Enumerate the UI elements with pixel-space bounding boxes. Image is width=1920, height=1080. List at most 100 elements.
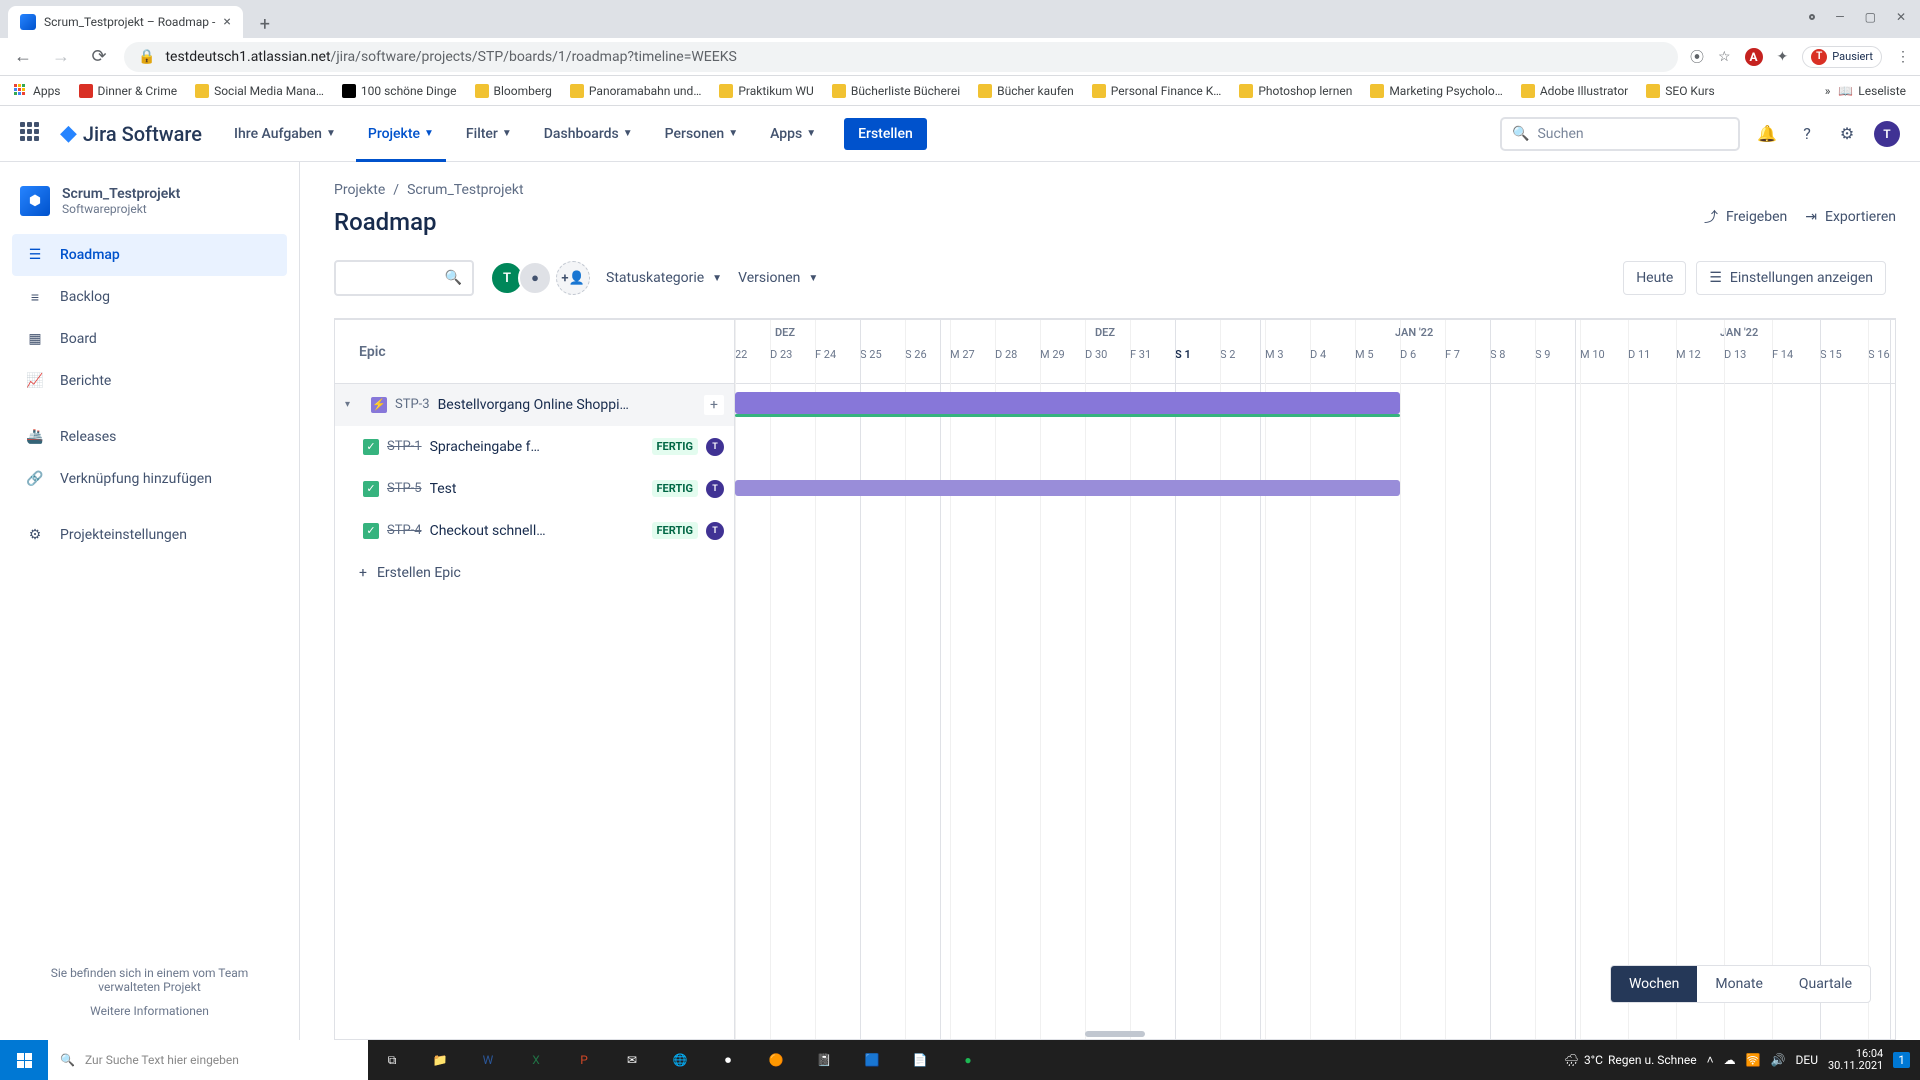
add-people-button[interactable]: +👤 [556, 261, 590, 295]
excel-icon[interactable]: X [512, 1040, 560, 1080]
volume-icon[interactable]: 🔊 [1771, 1053, 1786, 1067]
onedrive-icon[interactable]: ☁ [1724, 1053, 1736, 1067]
translate-icon[interactable]: ⦿ [1690, 47, 1704, 67]
nav-your-work[interactable]: Ihre Aufgaben▼ [222, 106, 348, 162]
explorer-icon[interactable]: 📁 [416, 1040, 464, 1080]
word-icon[interactable]: W [464, 1040, 512, 1080]
bookmark-item[interactable]: Personal Finance K… [1092, 84, 1222, 98]
create-button[interactable]: Erstellen [844, 118, 927, 150]
reload-button[interactable]: ⟳ [86, 46, 112, 67]
language-indicator[interactable]: DEU [1796, 1053, 1818, 1067]
expand-toggle-icon[interactable]: ▾ [345, 399, 363, 410]
start-button[interactable] [0, 1040, 48, 1080]
url-bar[interactable]: 🔒 testdeutsch1.atlassian.net/jira/softwa… [124, 42, 1678, 72]
settings-icon[interactable]: ⚙ [1834, 121, 1860, 147]
weather-widget[interactable]: 🌧 3°C Regen u. Schnee [1564, 1053, 1697, 1067]
sidebar-item-board[interactable]: ▦Board [12, 318, 287, 360]
account-indicator-icon[interactable] [1809, 14, 1815, 20]
view-settings-button[interactable]: ☰Einstellungen anzeigen [1696, 261, 1886, 295]
zoom-weeks[interactable]: Wochen [1611, 966, 1697, 1002]
help-icon[interactable]: ? [1794, 121, 1820, 147]
bookmark-item[interactable]: Marketing Psycholo… [1370, 84, 1502, 98]
resize-handle[interactable] [1085, 1031, 1145, 1037]
zoom-months[interactable]: Monate [1697, 966, 1781, 1002]
global-search-input[interactable]: 🔍 Suchen [1500, 117, 1740, 151]
menu-icon[interactable]: ⋮ [1896, 49, 1910, 65]
nav-people[interactable]: Personen▼ [653, 106, 750, 162]
epic-bar[interactable] [735, 392, 1400, 414]
epic-row[interactable]: ▾ ⚡ STP-3 Bestellvorgang Online Shoppi… … [335, 384, 734, 426]
sidebar-more-info-link[interactable]: Weitere Informationen [32, 1004, 267, 1018]
breadcrumb-projects[interactable]: Projekte [334, 182, 385, 198]
breadcrumb-project[interactable]: Scrum_Testprojekt [407, 182, 524, 198]
edge-icon[interactable]: 🟦 [848, 1040, 896, 1080]
obs-icon[interactable]: ⏺ [704, 1040, 752, 1080]
avatar-unassigned[interactable]: ● [518, 261, 552, 295]
bookmark-item[interactable]: Dinner & Crime [79, 84, 178, 98]
powerpoint-icon[interactable]: P [560, 1040, 608, 1080]
bookmark-item[interactable]: Social Media Mana… [195, 84, 324, 98]
share-button[interactable]: ⤴Freigeben [1704, 207, 1787, 227]
bookmark-item[interactable]: Bücher kaufen [978, 84, 1074, 98]
sidebar-item-roadmap[interactable]: ☰Roadmap [12, 234, 287, 276]
nav-projects[interactable]: Projekte▼ [356, 106, 446, 162]
status-category-dropdown[interactable]: Statuskategorie▼ [606, 270, 722, 286]
user-avatar[interactable]: T [1874, 121, 1900, 147]
bookmark-item[interactable]: Praktikum WU [719, 84, 813, 98]
task-view-icon[interactable]: ⧉ [368, 1040, 416, 1080]
sidebar-item-add-link[interactable]: 🔗Verknüpfung hinzufügen [12, 458, 287, 500]
versions-dropdown[interactable]: Versionen▼ [738, 270, 818, 286]
nav-filters[interactable]: Filter▼ [454, 106, 524, 162]
minimize-icon[interactable]: — [1835, 10, 1844, 24]
clock[interactable]: 16:04 30.11.2021 [1828, 1048, 1883, 1072]
project-header[interactable]: ⬢ Scrum_Testprojekt Softwareprojekt [12, 182, 287, 234]
back-button[interactable]: ← [10, 46, 36, 67]
sidebar-item-releases[interactable]: 🚢Releases [12, 416, 287, 458]
extensions-icon[interactable]: ✦ [1777, 49, 1789, 65]
close-window-icon[interactable]: ✕ [1896, 10, 1906, 24]
bookmark-item[interactable]: SEO Kurs [1646, 84, 1714, 98]
forward-button[interactable]: → [48, 46, 74, 67]
assignee-avatar[interactable]: T [706, 522, 724, 540]
bookmark-item[interactable]: Photoshop lernen [1239, 84, 1352, 98]
tray-chevron-icon[interactable]: ˄ [1707, 1053, 1714, 1067]
roadmap-search-input[interactable]: 🔍 [334, 260, 474, 296]
spotify-icon[interactable]: ● [944, 1040, 992, 1080]
bookmark-item[interactable]: Adobe Illustrator [1521, 84, 1628, 98]
jira-logo[interactable]: ◆ Jira Software [60, 121, 202, 146]
app-switcher-icon[interactable] [20, 122, 44, 146]
sidebar-item-project-settings[interactable]: ⚙Projekteinstellungen [12, 514, 287, 556]
notifications-icon[interactable]: 🔔 [1754, 121, 1780, 147]
network-icon[interactable]: 🛜 [1746, 1053, 1761, 1067]
bookmark-item[interactable]: 100 schöne Dinge [342, 84, 457, 98]
notification-center-icon[interactable]: 1 [1893, 1052, 1910, 1068]
roadmap-timeline[interactable]: DEZDEZJAN '22JAN '2222D 23F 24S 25S 26M … [735, 320, 1895, 1039]
bookmark-item[interactable]: Bücherliste Bücherei [832, 84, 960, 98]
taskbar-search-input[interactable]: 🔍 Zur Suche Text hier eingeben [48, 1040, 368, 1080]
today-button[interactable]: Heute [1623, 261, 1686, 295]
star-icon[interactable]: ☆ [1718, 49, 1731, 65]
new-tab-button[interactable]: + [251, 10, 279, 38]
sidebar-item-backlog[interactable]: ≡Backlog [12, 276, 287, 318]
create-epic-button[interactable]: + Erstellen Epic [335, 552, 734, 594]
nav-apps[interactable]: Apps▼ [758, 106, 828, 162]
story-row[interactable]: ✓ STP-1 Spracheingabe f… FERTIG T [335, 426, 734, 468]
assignee-avatar[interactable]: T [706, 438, 724, 456]
bookmark-item[interactable]: Bloomberg [475, 84, 552, 98]
mail-icon[interactable]: ✉ [608, 1040, 656, 1080]
story-row[interactable]: ✓ STP-5 Test FERTIG T [335, 468, 734, 510]
close-tab-icon[interactable]: × [223, 14, 230, 30]
adblock-icon[interactable]: A [1745, 48, 1763, 66]
profile-paused-pill[interactable]: T Pausiert [1802, 46, 1882, 68]
bookmark-item[interactable]: Panoramabahn und… [570, 84, 701, 98]
sidebar-item-reports[interactable]: 📈Berichte [12, 360, 287, 402]
assignee-avatar[interactable]: T [706, 480, 724, 498]
bookmarks-overflow[interactable]: » 📖Leseliste [1825, 84, 1906, 98]
maximize-icon[interactable]: ▢ [1865, 10, 1876, 24]
nav-dashboards[interactable]: Dashboards▼ [532, 106, 645, 162]
zoom-quarters[interactable]: Quartale [1781, 966, 1870, 1002]
app-icon[interactable]: 🟠 [752, 1040, 800, 1080]
story-bar[interactable] [735, 480, 1400, 496]
story-row[interactable]: ✓ STP-4 Checkout schnell… FERTIG T [335, 510, 734, 552]
bookmark-item[interactable]: Apps [14, 84, 61, 98]
